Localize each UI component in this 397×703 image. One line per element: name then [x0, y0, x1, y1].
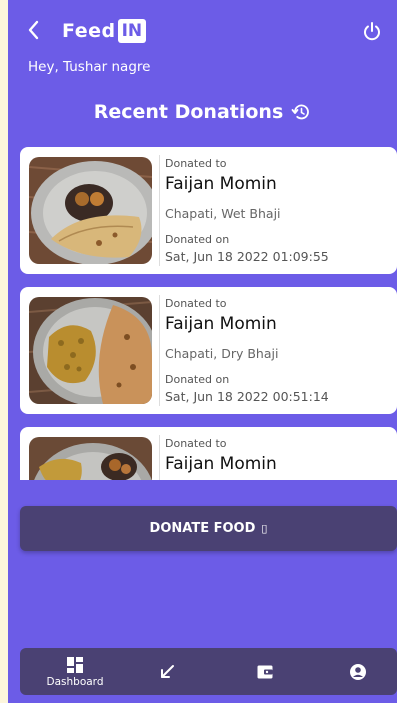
power-icon: [364, 22, 380, 41]
top-app-bar: Feed IN: [8, 14, 397, 50]
account-icon: [350, 663, 366, 680]
logo-badge: IN: [117, 19, 147, 43]
donated-on-label: Donated on: [165, 373, 230, 386]
donation-date: Sat, Jun 18 2022 01:09:55: [165, 249, 329, 264]
donation-date: Sat, Jun 18 2022 00:51:14: [165, 389, 329, 404]
donations-list[interactable]: Donated to Faijan Momin Chapati, Wet Bha…: [20, 147, 397, 480]
food-items: Chapati, Dry Bhaji: [165, 346, 279, 361]
card-divider: [159, 435, 160, 480]
food-photo: [29, 157, 152, 264]
history-icon[interactable]: [291, 102, 311, 122]
nav-received[interactable]: [152, 648, 182, 695]
food-photo: [29, 297, 152, 404]
greeting-text: Hey, Tushar nagre: [28, 59, 151, 75]
section-header: Recent Donations: [8, 101, 397, 123]
card-divider: [159, 295, 160, 406]
chevron-left-icon: [28, 20, 39, 40]
nav-dashboard-label: Dashboard: [46, 675, 104, 688]
app-screen: Feed IN Hey, Tushar nagre Recent Donatio…: [8, 0, 397, 703]
donate-food-label: DONATE FOOD: [149, 521, 256, 536]
donated-to-label: Donated to: [165, 437, 227, 450]
donated-on-label: Donated on: [165, 233, 230, 246]
section-title: Recent Donations: [93, 101, 284, 123]
food-items: Chapati, Wet Bhaji: [165, 206, 281, 221]
recipient-name: Faijan Momin: [165, 174, 277, 194]
donated-to-label: Donated to: [165, 157, 227, 170]
nav-account[interactable]: [343, 648, 373, 695]
bottom-navigation: Dashboard: [20, 648, 397, 695]
donate-food-button[interactable]: DONATE FOOD ▯: [20, 506, 397, 551]
logout-button[interactable]: [361, 20, 383, 42]
donated-to-label: Donated to: [165, 297, 227, 310]
logo-text: Feed: [62, 20, 116, 42]
dashboard-icon: [67, 656, 83, 673]
card-divider: [159, 155, 160, 266]
donation-card[interactable]: Donated to Faijan Momin Chapati, Wet Bha…: [20, 147, 397, 274]
recipient-name: Faijan Momin: [165, 314, 277, 334]
donation-card[interactable]: Donated to Faijan Momin Chapati, Dry Bha…: [20, 287, 397, 414]
donation-card[interactable]: Donated to Faijan Momin: [20, 427, 397, 480]
food-icon: ▯: [261, 522, 268, 535]
food-photo: [29, 437, 152, 480]
wallet-icon: [257, 665, 273, 678]
back-button[interactable]: [24, 18, 44, 42]
recipient-name: Faijan Momin: [165, 454, 277, 474]
nav-wallet[interactable]: [250, 648, 280, 695]
app-logo: Feed IN: [62, 18, 147, 44]
arrow-down-left-icon: [161, 664, 174, 678]
nav-dashboard[interactable]: Dashboard: [30, 648, 120, 695]
